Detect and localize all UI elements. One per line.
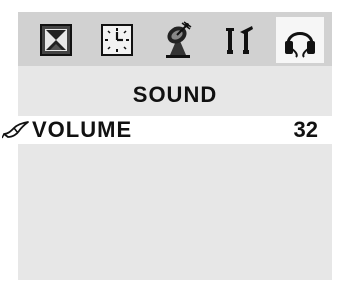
menu-tab-bar bbox=[18, 12, 332, 66]
menu-title: SOUND bbox=[132, 82, 218, 107]
tab-setup[interactable] bbox=[215, 17, 263, 63]
bird-pointer-icon bbox=[2, 121, 29, 139]
tab-sound[interactable] bbox=[276, 17, 324, 63]
clock-icon bbox=[101, 24, 133, 56]
headphones-icon bbox=[285, 32, 315, 58]
setup-tools-icon bbox=[226, 26, 253, 54]
picture-icon bbox=[40, 24, 72, 56]
menu-item-volume[interactable]: VOLUME 32 bbox=[0, 116, 332, 144]
tab-picture[interactable] bbox=[32, 17, 80, 63]
volume-label: VOLUME bbox=[32, 117, 133, 142]
tab-clock[interactable] bbox=[93, 17, 141, 63]
osd-menu-panel: SOUND VOLUME 32 bbox=[0, 12, 332, 280]
tab-tuning[interactable] bbox=[154, 17, 202, 63]
tuning-icon bbox=[166, 21, 192, 58]
volume-value: 32 bbox=[293, 117, 318, 142]
